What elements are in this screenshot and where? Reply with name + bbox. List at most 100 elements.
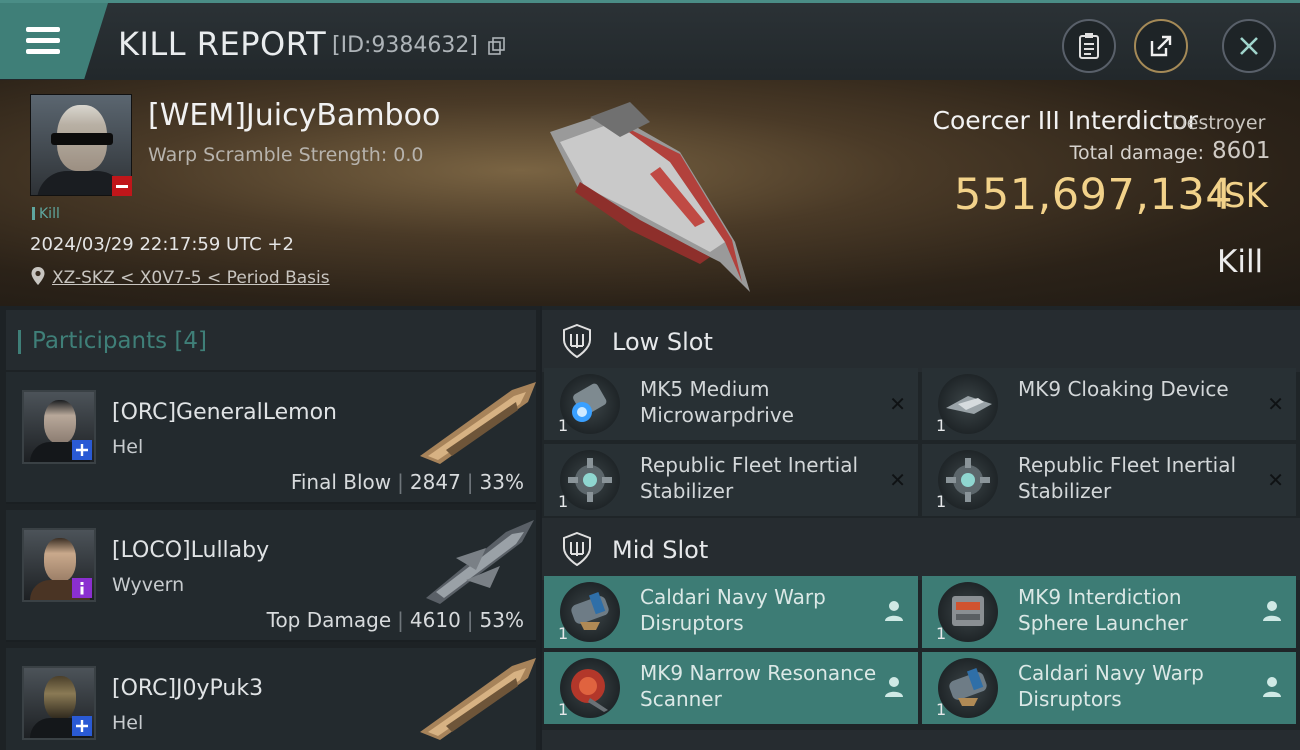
report-id: [ID:9384632] (332, 33, 478, 58)
participant-ship-image (420, 658, 536, 740)
module-quantity: 1 (558, 492, 569, 511)
participant-ship-image (420, 382, 536, 464)
participant-stats: Top Damage | 4610 | 53% (266, 608, 524, 632)
warp-disruptor-icon (560, 582, 620, 642)
victim-ship-name[interactable]: Coercer III Interdictor (933, 106, 1198, 135)
module-quantity: 1 (558, 700, 569, 719)
interdiction-sphere-launcher-icon (938, 582, 998, 642)
participant-damage: 2847 (409, 470, 461, 494)
module-quantity: 1 (936, 492, 947, 511)
next-slot-header (542, 730, 1300, 750)
participant-ship: Wyvern (112, 574, 185, 596)
total-damage-label: Total damage: (1069, 142, 1204, 164)
share-icon (1150, 35, 1172, 57)
module-name: Caldari Navy Warp Disruptors (1018, 661, 1204, 711)
participant-percent: 33% (479, 470, 524, 494)
module-quantity: 1 (558, 416, 569, 435)
module-name: Republic Fleet Inertial Stabilizer (1018, 453, 1237, 503)
isk-unit: ISK (1214, 176, 1268, 216)
module-item[interactable]: 1 MK9 Interdiction Sphere Launcher (922, 576, 1296, 648)
menu-button[interactable] (0, 3, 108, 79)
kill-datetime: 2024/03/29 22:17:59 UTC +2 (30, 234, 294, 255)
kill-tag: Kill (32, 206, 60, 222)
participant-stats: Final Blow | 2847 | 33% (290, 470, 524, 494)
dropped-person-icon (885, 677, 903, 697)
module-quantity: 1 (936, 624, 947, 643)
kill-type: Kill (1217, 244, 1264, 280)
hamburger-menu-icon (26, 27, 60, 55)
copy-icon[interactable] (488, 37, 506, 55)
participant-name[interactable]: [ORC]GeneralLemon (112, 400, 337, 425)
participant-role: Top Damage (266, 608, 392, 632)
page-title: KILL REPORT (118, 25, 327, 63)
share-button[interactable] (1134, 19, 1188, 73)
hostile-badge (112, 176, 132, 196)
participant-role: Final Blow (290, 470, 392, 494)
location-pin-icon (31, 267, 45, 285)
participants-title: Participants [4] (17, 328, 208, 354)
corp-badge (72, 440, 92, 460)
module-quantity: 1 (936, 700, 947, 719)
low-slot-icon (563, 324, 591, 358)
module-item[interactable]: 1 Republic Fleet Inertial Stabilizer ✕ (544, 444, 918, 516)
module-item[interactable]: 1 Caldari Navy Warp Disruptors (922, 652, 1296, 724)
clipboard-icon (1079, 33, 1099, 59)
warp-disruptor-icon (938, 658, 998, 718)
destroyed-icon: ✕ (1267, 392, 1284, 416)
close-button[interactable] (1222, 19, 1276, 73)
module-name: MK5 Medium Microwarpdrive (640, 377, 794, 427)
mid-slot-title: Mid Slot (612, 536, 709, 564)
module-item[interactable]: 1 MK9 Cloaking Device ✕ (922, 368, 1296, 440)
location-link[interactable]: XZ-SKZ < X0V7-5 < Period Basis (52, 268, 330, 288)
victim-ship-image (550, 102, 750, 292)
victim-name[interactable]: [WEM]JuicyBamboo (148, 98, 440, 133)
module-name: Republic Fleet Inertial Stabilizer (640, 453, 859, 503)
dropped-person-icon (1263, 601, 1281, 621)
participant-damage: 4610 (409, 608, 461, 632)
module-name: MK9 Narrow Resonance Scanner (640, 661, 877, 711)
cloaking-device-icon (938, 374, 998, 434)
warp-scramble-strength: Warp Scramble Strength: 0.0 (148, 144, 424, 166)
module-name: Caldari Navy Warp Disruptors (640, 585, 826, 635)
participant-name[interactable]: [ORC]J0yPuk3 (112, 676, 263, 701)
participant-row[interactable]: [ORC]J0yPuk3 Hel (6, 648, 536, 750)
participant-name[interactable]: [LOCO]Lullaby (112, 538, 269, 563)
victim-ship-class: Destroyer (1172, 112, 1266, 134)
destroyed-icon: ✕ (889, 468, 906, 492)
clipboard-button[interactable] (1062, 19, 1116, 73)
module-quantity: 1 (936, 416, 947, 435)
total-damage-value: 8601 (1212, 138, 1271, 164)
low-slot-title: Low Slot (612, 328, 713, 356)
inertial-stabilizer-icon (938, 450, 998, 510)
low-slot-header: Low Slot (542, 310, 1300, 372)
participant-ship: Hel (112, 436, 144, 458)
participants-panel: Participants [4] [ORC]GeneralLemon Hel F… (0, 306, 540, 750)
module-item[interactable]: 1 MK5 Medium Microwarpdrive ✕ (544, 368, 918, 440)
top-bar: KILL REPORT [ID:9384632] (0, 0, 1300, 80)
participant-percent: 53% (479, 608, 524, 632)
module-name: MK9 Interdiction Sphere Launcher (1018, 585, 1188, 635)
inertial-stabilizer-icon (560, 450, 620, 510)
participants-label: Participants (32, 328, 168, 354)
close-icon (1240, 37, 1258, 55)
corp-badge (72, 578, 92, 598)
victim-panel: [WEM]JuicyBamboo Warp Scramble Strength:… (0, 80, 1300, 306)
participant-ship-image (426, 520, 534, 604)
module-name: MK9 Cloaking Device (1018, 377, 1229, 401)
dropped-person-icon (885, 601, 903, 621)
participant-ship: Hel (112, 712, 144, 734)
module-quantity: 1 (558, 624, 569, 643)
participant-row[interactable]: [LOCO]Lullaby Wyvern Top Damage | 4610 | 53% (6, 510, 536, 642)
participants-header: Participants [4] (6, 310, 536, 370)
fitting-panel: Low Slot 1 MK5 Medium Microwarpdrive ✕ 1… (542, 306, 1300, 750)
participant-row[interactable]: [ORC]GeneralLemon Hel Final Blow | 2847 | 33… (6, 372, 536, 504)
participants-count: [4] (174, 328, 208, 354)
module-item[interactable]: 1 Republic Fleet Inertial Stabilizer ✕ (922, 444, 1296, 516)
resonance-scanner-icon (560, 658, 620, 718)
microwarpdrive-icon (560, 374, 620, 434)
dropped-person-icon (1263, 677, 1281, 697)
module-item[interactable]: 1 Caldari Navy Warp Disruptors (544, 576, 918, 648)
module-item[interactable]: 1 MK9 Narrow Resonance Scanner (544, 652, 918, 724)
destroyed-icon: ✕ (889, 392, 906, 416)
corp-badge (72, 716, 92, 736)
